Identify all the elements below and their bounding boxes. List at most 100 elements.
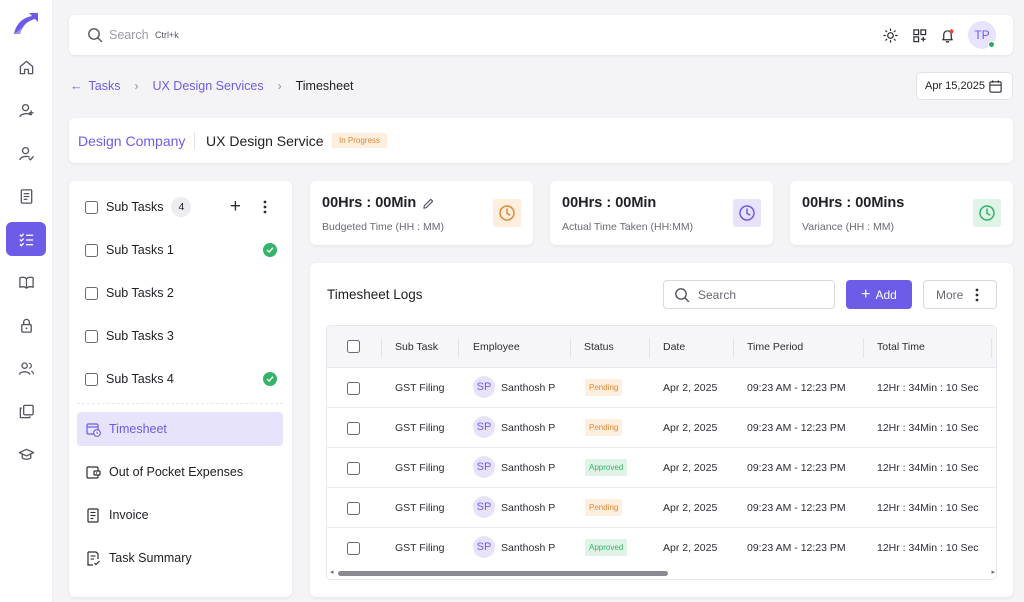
status-badge: In Progress bbox=[332, 133, 387, 148]
table-row[interactable]: GST Filing SP Santhosh P Pending Apr 2, 2025… bbox=[327, 488, 996, 528]
notification-bell-icon[interactable] bbox=[939, 27, 955, 43]
rail-nav-item[interactable] bbox=[6, 222, 46, 256]
apps-grid-icon[interactable] bbox=[911, 27, 927, 43]
clock-icon bbox=[973, 199, 1001, 227]
logo-icon[interactable] bbox=[12, 10, 40, 36]
date-picker[interactable]: Apr 15,2025 bbox=[916, 72, 1013, 100]
select-all-rows-checkbox[interactable] bbox=[347, 340, 360, 353]
clock-icon bbox=[733, 199, 761, 227]
scroll-left-arrow-icon[interactable]: ◂ bbox=[330, 568, 334, 576]
sidebar-nav-item[interactable]: Invoice bbox=[77, 498, 283, 532]
column-header-status[interactable]: Status bbox=[584, 341, 614, 353]
sidebar-nav-item[interactable]: Task Summary bbox=[77, 541, 283, 575]
more-vertical-icon[interactable] bbox=[263, 200, 267, 217]
sidebar-nav-item[interactable]: Out of Pocket Expenses bbox=[77, 455, 283, 489]
breadcrumb-ux-design-services[interactable]: UX Design Services bbox=[152, 79, 263, 93]
subtask-item[interactable]: Sub Tasks 4 bbox=[85, 366, 279, 392]
stat-value: 00Hrs : 00Min bbox=[322, 195, 435, 211]
column-header-employee[interactable]: Employee bbox=[473, 341, 520, 353]
rail-nav-item[interactable] bbox=[6, 437, 46, 471]
breadcrumb-tasks[interactable]: Tasks bbox=[89, 79, 121, 93]
subtask-checkbox[interactable] bbox=[85, 286, 98, 300]
column-header-time-period[interactable]: Time Period bbox=[747, 341, 803, 353]
table-row[interactable]: GST Filing SP Santhosh P Pending Apr 2, 2025… bbox=[327, 408, 996, 448]
rail-nav-item[interactable] bbox=[6, 93, 46, 127]
completed-check-icon bbox=[263, 372, 277, 386]
subtask-item[interactable]: Sub Tasks 2 bbox=[85, 280, 279, 306]
rail-nav-item[interactable] bbox=[6, 136, 46, 170]
cell-total-time: 12Hr : 34Min : 10 Sec bbox=[877, 462, 979, 474]
column-header-total-time[interactable]: Total Time bbox=[877, 341, 925, 353]
horizontal-scrollbar[interactable]: ◂ ▸ bbox=[327, 567, 996, 579]
rail-nav-item[interactable] bbox=[6, 394, 46, 428]
cell-date: Apr 2, 2025 bbox=[663, 422, 718, 434]
stat-card: 00Hrs : 00Min Budgeted Time (HH : MM) bbox=[310, 181, 533, 245]
rail-nav-item[interactable] bbox=[6, 50, 46, 84]
subtasks-select-all-checkbox[interactable] bbox=[85, 200, 98, 214]
rail-nav-item[interactable] bbox=[6, 351, 46, 385]
chevron-right-icon: › bbox=[277, 79, 282, 93]
subtask-label: Sub Tasks 2 bbox=[106, 286, 174, 300]
calendar-icon bbox=[989, 80, 1002, 93]
cell-subtask: GST Filing bbox=[395, 502, 445, 514]
search-shortcut-hint: Ctrl+k bbox=[155, 30, 179, 40]
column-header-date[interactable]: Date bbox=[663, 341, 685, 353]
cell-time-period: 09:23 AM - 12:23 PM bbox=[747, 542, 846, 554]
row-checkbox[interactable] bbox=[347, 382, 360, 395]
rail-nav-item[interactable] bbox=[6, 179, 46, 213]
stat-card: 00Hrs : 00Min Actual Time Taken (HH:MM) bbox=[550, 181, 773, 245]
add-subtask-plus-icon[interactable]: + bbox=[230, 197, 241, 216]
column-divider bbox=[570, 338, 571, 358]
online-status-dot bbox=[988, 41, 995, 48]
theme-toggle-sun-icon[interactable] bbox=[882, 27, 898, 43]
subtask-checkbox[interactable] bbox=[85, 372, 98, 386]
more-vertical-icon bbox=[975, 288, 979, 302]
edit-pencil-icon[interactable] bbox=[422, 197, 435, 210]
cell-total-time: 12Hr : 34Min : 10 Sec bbox=[877, 542, 979, 554]
cell-date: Apr 2, 2025 bbox=[663, 542, 718, 554]
rail-nav-item[interactable] bbox=[6, 308, 46, 342]
summary-icon bbox=[87, 551, 100, 566]
stat-card: 00Hrs : 00Mins Variance (HH : MM) bbox=[790, 181, 1013, 245]
table-row[interactable]: GST Filing SP Santhosh P Approved Apr 2, 202… bbox=[327, 528, 996, 568]
search-icon bbox=[675, 287, 690, 302]
row-checkbox[interactable] bbox=[347, 462, 360, 475]
task-header: Design Company UX Design Service In Prog… bbox=[69, 118, 1013, 163]
scroll-right-arrow-icon[interactable]: ▸ bbox=[991, 568, 995, 576]
sidebar-nav-item[interactable]: Timesheet bbox=[77, 412, 283, 446]
more-label: More bbox=[936, 287, 964, 302]
cell-time-period: 09:23 AM - 12:23 PM bbox=[747, 382, 846, 394]
global-search-input[interactable]: Search bbox=[109, 28, 149, 42]
subtasks-title: Sub Tasks bbox=[106, 200, 164, 214]
table-row[interactable]: GST Filing SP Santhosh P Approved Apr 2, 202… bbox=[327, 448, 996, 488]
stat-value: 00Hrs : 00Min bbox=[562, 195, 656, 211]
rail-nav-item[interactable] bbox=[6, 265, 46, 299]
subtask-item[interactable]: Sub Tasks 3 bbox=[85, 323, 279, 349]
search-icon bbox=[88, 28, 103, 43]
completed-check-icon bbox=[263, 243, 277, 257]
row-checkbox[interactable] bbox=[347, 422, 360, 435]
company-name[interactable]: Design Company bbox=[78, 133, 185, 149]
subtask-item[interactable]: Sub Tasks 1 bbox=[85, 237, 279, 263]
cell-total-time: 12Hr : 34Min : 10 Sec bbox=[877, 502, 979, 514]
cell-employee: Santhosh P bbox=[501, 422, 556, 434]
more-button[interactable]: More bbox=[923, 280, 997, 309]
employee-avatar: SP bbox=[473, 456, 495, 478]
logs-search-input[interactable]: Search bbox=[663, 280, 835, 309]
table-row[interactable]: GST Filing SP Santhosh P Pending Apr 2, 2025… bbox=[327, 368, 996, 408]
row-checkbox[interactable] bbox=[347, 502, 360, 515]
lock-icon bbox=[20, 318, 32, 333]
sidebar-nav-label: Timesheet bbox=[109, 422, 167, 436]
stat-label: Actual Time Taken (HH:MM) bbox=[562, 221, 694, 233]
plus-icon: + bbox=[861, 285, 871, 303]
row-checkbox[interactable] bbox=[347, 542, 360, 555]
scrollbar-thumb[interactable] bbox=[338, 571, 668, 576]
column-header-subtask[interactable]: Sub Task bbox=[395, 341, 438, 353]
back-arrow-icon[interactable]: ← bbox=[70, 79, 83, 93]
subtask-checkbox[interactable] bbox=[85, 329, 98, 343]
sidebar-nav-label: Invoice bbox=[109, 508, 149, 522]
subtask-checkbox[interactable] bbox=[85, 243, 98, 257]
add-log-button[interactable]: + Add bbox=[846, 280, 912, 309]
timesheet-logs-panel: Timesheet Logs Search + Add More Sub Tas… bbox=[310, 263, 1013, 597]
sidebar-nav-label: Out of Pocket Expenses bbox=[109, 465, 244, 479]
